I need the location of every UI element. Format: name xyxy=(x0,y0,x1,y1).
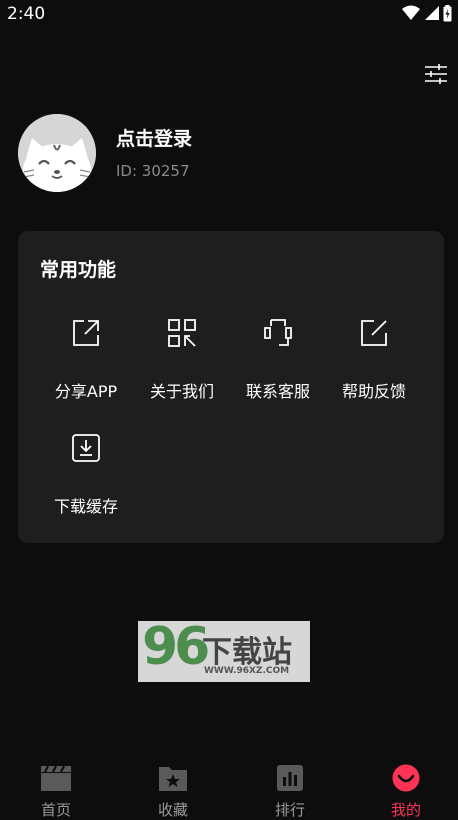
tab-mine[interactable]: 我的 xyxy=(356,752,456,820)
download-cache-label: 下载缓存 xyxy=(53,497,118,516)
download-cache-button[interactable]: 下载缓存 xyxy=(38,433,134,523)
profile-section[interactable]: 点击登录 ID: 30257 xyxy=(18,114,438,194)
edit-icon xyxy=(361,320,387,346)
signal-icon xyxy=(425,6,439,20)
download-icon xyxy=(72,434,100,462)
status-icons xyxy=(402,4,452,22)
sliders-icon xyxy=(425,64,447,84)
tab-home[interactable]: 首页 xyxy=(6,752,106,820)
headset-icon xyxy=(264,319,292,346)
smile-icon xyxy=(392,764,420,792)
battery-icon xyxy=(443,4,452,21)
qr-code-icon xyxy=(168,319,196,347)
share-app-button[interactable]: 分享APP xyxy=(38,318,134,408)
about-us-label: 关于我们 xyxy=(149,382,214,401)
tab-favorites-label: 收藏 xyxy=(157,801,188,819)
cat-avatar-icon xyxy=(18,114,96,192)
watermark-url: WWW.96XZ.COM xyxy=(204,666,290,676)
login-link[interactable]: 点击登录 xyxy=(116,124,192,151)
watermark-brand: 下载站 xyxy=(202,635,292,670)
help-feedback-label: 帮助反馈 xyxy=(341,382,406,401)
star-folder-icon xyxy=(159,767,187,791)
about-us-button[interactable]: 关于我们 xyxy=(134,318,230,408)
contact-support-label: 联系客服 xyxy=(245,382,310,401)
tab-favorites[interactable]: 收藏 xyxy=(123,752,223,820)
watermark-logo: 96 下载站 WWW.96XZ.COM xyxy=(138,617,310,682)
status-time: 2:40 xyxy=(7,4,46,24)
tab-home-label: 首页 xyxy=(40,801,71,819)
share-icon xyxy=(73,320,99,346)
watermark-digits: 96 xyxy=(142,617,210,677)
help-feedback-button[interactable]: 帮助反馈 xyxy=(326,318,422,408)
contact-support-button[interactable]: 联系客服 xyxy=(230,318,326,408)
clapperboard-icon xyxy=(41,765,71,791)
share-app-label: 分享APP xyxy=(54,382,118,401)
avatar[interactable] xyxy=(18,114,96,192)
common-functions-card: 常用功能 分享APP 关于我们 联系客服 帮助反馈 下载缓存 xyxy=(18,231,444,543)
tab-ranking[interactable]: 排行 xyxy=(240,752,340,820)
bar-chart-icon xyxy=(277,765,303,791)
user-id: ID: 30257 xyxy=(116,162,190,180)
status-bar: 2:40 xyxy=(0,0,458,28)
tab-ranking-label: 排行 xyxy=(274,801,305,819)
card-title: 常用功能 xyxy=(40,259,117,281)
wifi-icon xyxy=(402,5,420,20)
tab-mine-label: 我的 xyxy=(390,801,421,819)
bottom-tab-bar: 首页 收藏 排行 我的 xyxy=(0,752,458,820)
settings-button[interactable] xyxy=(424,63,448,85)
